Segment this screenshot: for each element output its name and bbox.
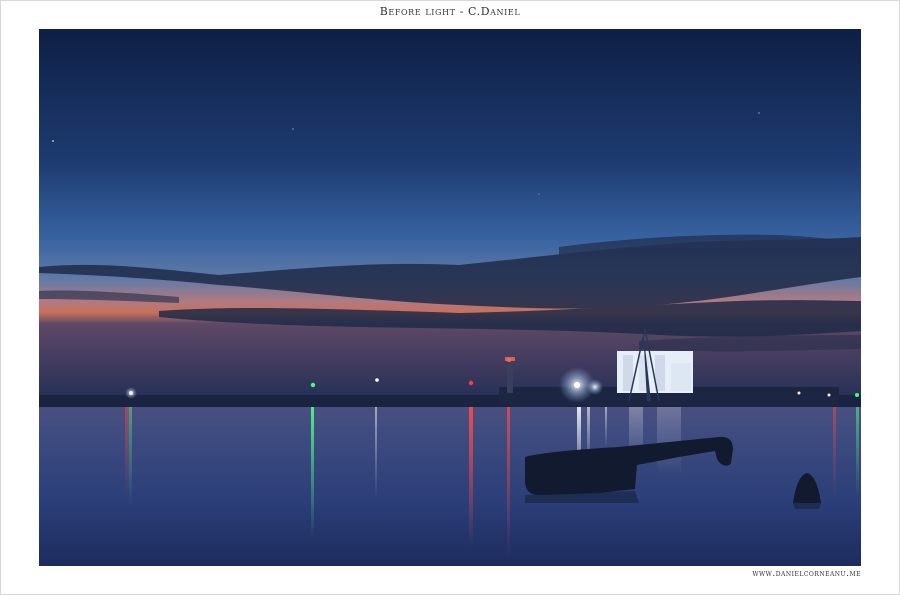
photographer-website: www.danielcorneanu.me [752, 569, 861, 579]
photo-title: Before light - C.Daniel [379, 5, 521, 18]
sea-water [39, 407, 861, 566]
photo-scene [39, 29, 861, 566]
harbor-night-photo [39, 29, 861, 566]
